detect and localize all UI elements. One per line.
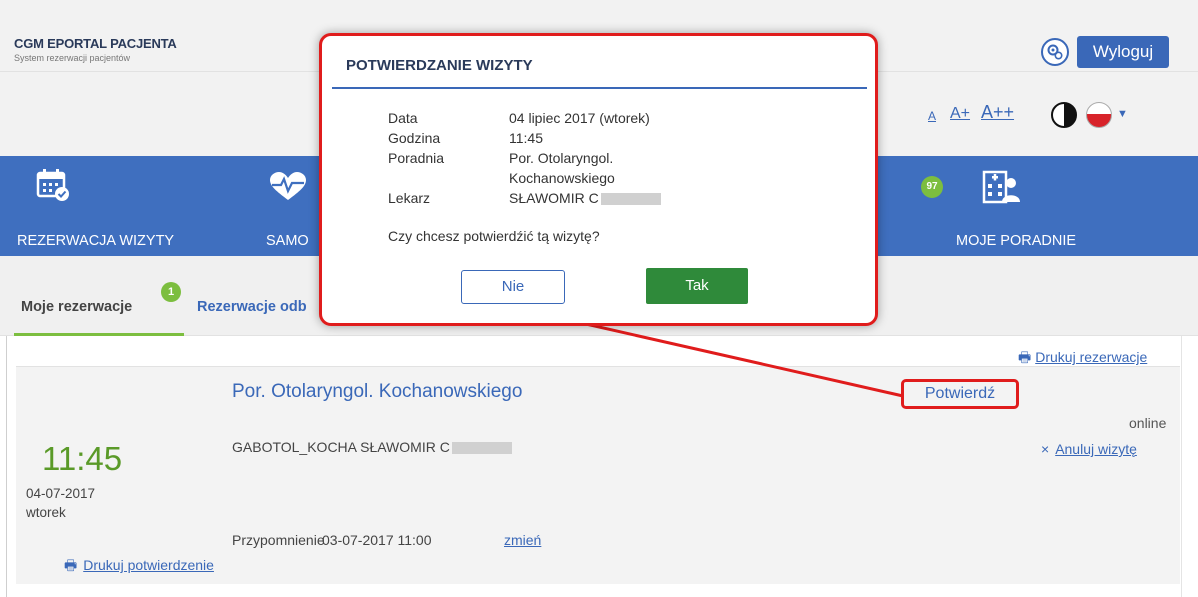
reservation-status: online <box>1129 415 1167 431</box>
redacted-block <box>451 442 512 455</box>
reservation-weekday: wtorek <box>26 505 66 520</box>
active-tab-indicator <box>14 333 184 336</box>
close-icon: × <box>1041 441 1050 457</box>
dialog-divider <box>332 87 867 89</box>
confirm-visit-link[interactable]: Potwierdź <box>901 379 1019 409</box>
tab-my-reservations[interactable]: Moje rezerwacje <box>21 299 132 315</box>
dialog-value-date: 04 lipiec 2017 (wtorek) <box>509 110 650 126</box>
dialog-title: POTWIERDZANIE WIZYTY <box>346 57 533 74</box>
redacted-block <box>600 193 661 206</box>
dialog-key-clinic: Poradnia <box>388 150 445 166</box>
doctor-name: GABOTOL_KOCHA SŁAWOMIR C <box>232 439 450 455</box>
hospital-icon[interactable] <box>980 168 1020 209</box>
logout-button[interactable]: Wyloguj <box>1077 36 1169 68</box>
settings-icon[interactable] <box>1041 38 1069 66</box>
printer-icon: 🖶 <box>64 557 78 573</box>
dialog-value-clinic: Por. Otolaryngol. <box>509 150 614 166</box>
reservation-doctor: GABOTOL_KOCHA SŁAWOMIR C <box>232 439 512 455</box>
print-reservations-label: Drukuj rezerwacje <box>1035 349 1148 365</box>
print-confirmation-label: Drukuj potwierdzenie <box>83 557 214 573</box>
chevron-down-icon[interactable]: ▼ <box>1117 108 1128 120</box>
yes-button[interactable]: Tak <box>646 268 748 304</box>
dialog-key-date: Data <box>388 110 418 126</box>
reservation-clinic: Por. Otolaryngol. Kochanowskiego <box>232 381 523 402</box>
dialog-value-clinic-cont: Kochanowskiego <box>509 170 615 186</box>
pl-flag-icon[interactable] <box>1086 102 1112 128</box>
contrast-icon[interactable] <box>1051 102 1077 128</box>
reservation-date: 04-07-2017 <box>26 486 96 501</box>
reminder-change-link[interactable]: zmień <box>504 532 541 548</box>
dialog-value-doctor: SŁAWOMIR C <box>509 190 661 206</box>
heartbeat-icon[interactable] <box>266 172 310 207</box>
font-size-small[interactable]: A <box>928 109 936 123</box>
nav-item-my-clinics[interactable]: MOJE PORADNIE <box>956 233 1076 249</box>
notification-badge: 97 <box>921 176 943 198</box>
font-size-medium[interactable]: A+ <box>950 105 970 123</box>
dialog-key-doctor: Lekarz <box>388 190 431 206</box>
no-button[interactable]: Nie <box>461 270 565 304</box>
print-confirmation-link[interactable]: 🖶 Drukuj potwierdzenie <box>64 555 214 579</box>
brand-subtitle: System rezerwacji pacjentów <box>14 53 131 63</box>
confirm-visit-dialog: POTWIERDZANIE WIZYTY Data 04 lipiec 2017… <box>319 33 878 326</box>
calendar-check-icon[interactable] <box>36 168 70 207</box>
reminder-value: 03-07-2017 11:00 <box>322 532 432 548</box>
tab-badge: 1 <box>161 282 181 302</box>
dialog-value-time: 11:45 <box>509 130 543 146</box>
cancel-visit-link[interactable]: × Anuluj wizytę <box>1041 441 1137 457</box>
brand-title: CGM EPORTAL PACJENTA <box>14 36 177 51</box>
tab-other-reservations[interactable]: Rezerwacje odb <box>197 299 307 315</box>
nav-item-reservation[interactable]: REZERWACJA WIZYTY <box>17 233 174 249</box>
dialog-question: Czy chcesz potwierdźić tą wizytę? <box>388 228 600 244</box>
reservation-time: 11:45 <box>42 440 123 477</box>
font-size-large[interactable]: A++ <box>981 102 1014 123</box>
reminder-label: Przypomnienie <box>232 532 325 548</box>
cancel-visit-label: Anuluj wizytę <box>1055 441 1137 457</box>
doctor-name: SŁAWOMIR C <box>509 190 599 206</box>
nav-item-self[interactable]: SAMO <box>266 233 309 249</box>
dialog-key-time: Godzina <box>388 130 441 146</box>
